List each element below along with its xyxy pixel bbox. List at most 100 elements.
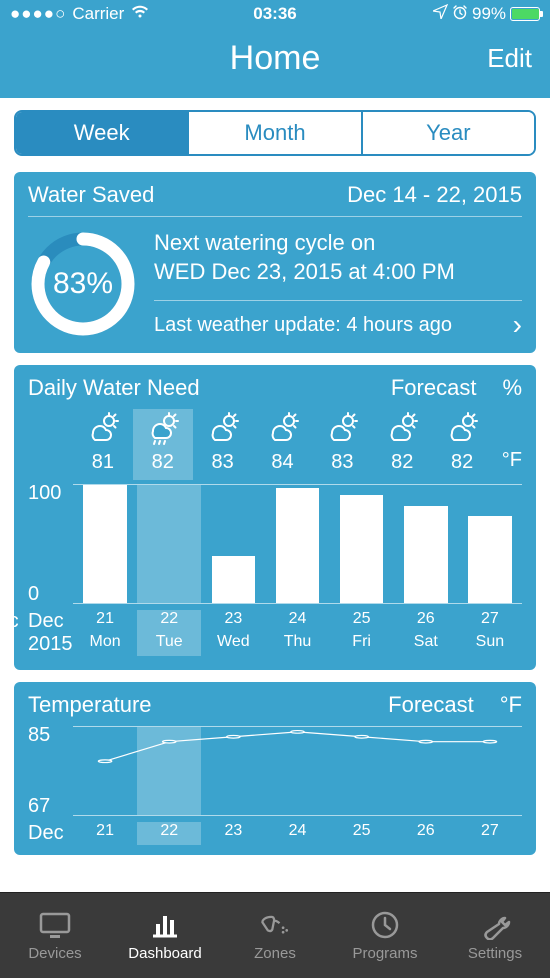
weather-icon	[432, 409, 492, 449]
dashboard-icon	[147, 909, 183, 941]
date-num: 24	[265, 610, 329, 633]
location-icon	[433, 4, 448, 24]
date-dow: Tue	[137, 633, 201, 656]
forecast-temp: 82	[372, 449, 432, 480]
bar-col	[458, 485, 522, 603]
weather-update-text: Last weather update: 4 hours ago	[154, 314, 452, 337]
weather-icon	[73, 409, 133, 449]
tab-label: Programs	[352, 945, 417, 962]
tab-label: Devices	[28, 945, 81, 962]
forecast-temp: 81	[73, 449, 133, 480]
segment-year[interactable]: Year	[361, 112, 534, 154]
tab-zones[interactable]: Zones	[220, 893, 330, 978]
carrier-label: Carrier	[72, 4, 124, 24]
segment-week[interactable]: Week	[16, 112, 187, 154]
dwn-bar-chart	[73, 484, 522, 604]
forecast-day: 82	[432, 409, 492, 480]
settings-icon	[477, 909, 513, 941]
daily-water-need-card: Daily Water Need Forecast % 818283848382…	[14, 365, 536, 670]
temp-date: 24	[265, 822, 329, 845]
date-dow: Fri	[330, 633, 394, 656]
dwn-month2: Dec	[28, 610, 73, 633]
forecast-day: 83	[312, 409, 372, 480]
weather-icon	[312, 409, 372, 449]
status-left: ●●●●○ Carrier	[10, 4, 253, 24]
date-num: 26	[394, 610, 458, 633]
dwn-month: Dec	[0, 610, 28, 633]
temp-date: 27	[458, 822, 522, 845]
dwn-pct-label: %	[502, 375, 522, 401]
date-num: 21	[73, 610, 137, 633]
tab-label: Dashboard	[128, 945, 201, 962]
forecast-day: 84	[253, 409, 313, 480]
forecast-temp: 82	[133, 449, 193, 480]
weather-icon	[372, 409, 432, 449]
temp-date: 25	[330, 822, 394, 845]
temp-line-chart	[73, 726, 522, 816]
date-num: 25	[330, 610, 394, 633]
tab-label: Zones	[254, 945, 296, 962]
forecast-temp: 82	[432, 449, 492, 480]
water-saved-card: Water Saved Dec 14 - 22, 2015 83% Next w…	[14, 172, 536, 353]
tab-devices[interactable]: Devices	[0, 893, 110, 978]
temp-y-axis: 85 67	[28, 726, 73, 816]
date-dow: Thu	[265, 633, 329, 656]
dwn-title: Daily Water Need	[28, 375, 391, 401]
bar	[404, 506, 448, 603]
temp-unit-label: °F	[500, 692, 522, 718]
date-dow: Sat	[394, 633, 458, 656]
bar	[468, 516, 512, 603]
water-saved-range: Dec 14 - 22, 2015	[347, 182, 522, 208]
gauge-pct: 83%	[28, 229, 138, 339]
temperature-card: Temperature Forecast °F 85 67 Dec 212223…	[14, 682, 536, 855]
date-num: 22	[137, 610, 201, 633]
bar	[212, 556, 256, 603]
bar-col	[330, 485, 394, 603]
weather-icon	[133, 409, 193, 449]
bar-col	[201, 485, 265, 603]
forecast-temp: 83	[312, 449, 372, 480]
weather-update-row[interactable]: Last weather update: 4 hours ago ›	[154, 311, 522, 339]
forecast-day: 81	[73, 409, 133, 480]
zones-icon	[257, 909, 293, 941]
wifi-icon	[130, 4, 150, 24]
water-saved-title: Water Saved	[28, 182, 154, 208]
range-segmented-control: WeekMonthYear	[14, 110, 536, 156]
bar	[83, 485, 127, 603]
signal-dots-icon: ●●●●○	[10, 4, 66, 24]
forecast-day: 82	[372, 409, 432, 480]
temp-month: Dec	[28, 822, 73, 845]
tab-settings[interactable]: Settings	[440, 893, 550, 978]
tab-bar: Devices Dashboard Zones Programs Settings	[0, 892, 550, 978]
tab-label: Settings	[468, 945, 522, 962]
page-title: Home	[230, 39, 321, 78]
tab-dashboard[interactable]: Dashboard	[110, 893, 220, 978]
temp-date: 22	[137, 822, 201, 845]
bar	[276, 488, 320, 604]
weather-icon	[193, 409, 253, 449]
temp-date: 23	[201, 822, 265, 845]
bar-col	[73, 485, 137, 603]
forecast-temp: 83	[193, 449, 253, 480]
dwn-y-axis: 100 0	[28, 484, 73, 604]
temp-title: Temperature	[28, 692, 388, 718]
segment-month[interactable]: Month	[187, 112, 360, 154]
tab-programs[interactable]: Programs	[330, 893, 440, 978]
bar	[340, 495, 384, 604]
date-dow: Sun	[458, 633, 522, 656]
bar-col	[137, 485, 201, 603]
next-watering-text: Next watering cycle on WED Dec 23, 2015 …	[154, 229, 522, 286]
alarm-icon	[452, 4, 468, 25]
forecast-day: 83	[193, 409, 253, 480]
bar-col	[265, 485, 329, 603]
date-dow: Wed	[201, 633, 265, 656]
forecast-day: 82	[133, 409, 193, 480]
battery-pct: 99%	[472, 4, 506, 24]
date-num: 27	[458, 610, 522, 633]
edit-button[interactable]: Edit	[487, 43, 532, 73]
temp-forecast-label: Forecast	[388, 692, 474, 718]
status-bar: ●●●●○ Carrier 03:36 99%	[0, 0, 550, 28]
date-dow: Mon	[73, 633, 137, 656]
battery-icon	[510, 7, 540, 21]
status-right: 99%	[297, 4, 540, 25]
